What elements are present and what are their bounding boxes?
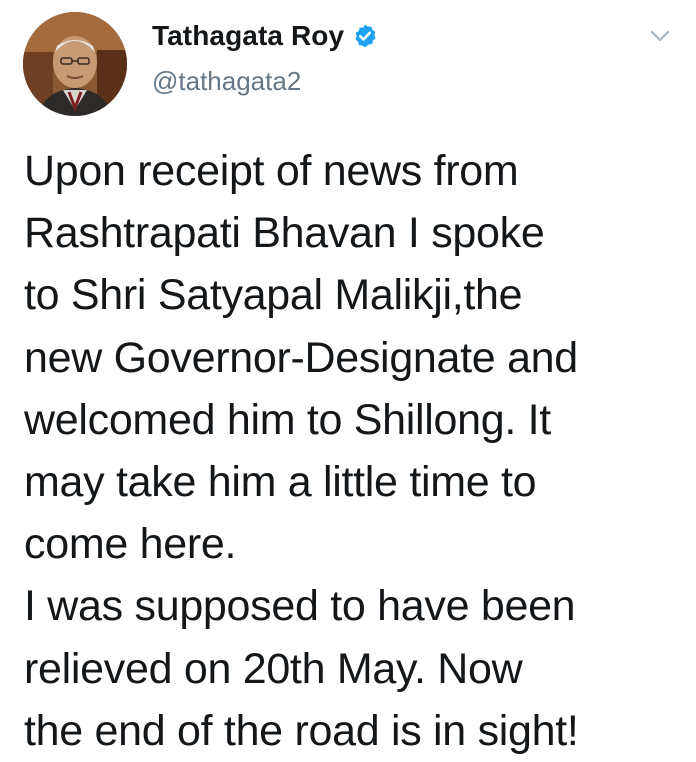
tweet-card: Tathagata Roy @tathagata2 Upon receipt o… <box>0 0 696 759</box>
chevron-down-icon[interactable] <box>648 24 672 48</box>
verified-badge-icon <box>352 23 378 49</box>
author-handle[interactable]: @tathagata2 <box>152 66 301 97</box>
author-display-name[interactable]: Tathagata Roy <box>152 20 344 52</box>
tweet-text: Upon receipt of news from Rashtrapati Bh… <box>24 147 579 755</box>
profile-photo <box>23 12 127 116</box>
avatar[interactable] <box>23 12 127 116</box>
author-name-row: Tathagata Roy <box>152 16 378 56</box>
